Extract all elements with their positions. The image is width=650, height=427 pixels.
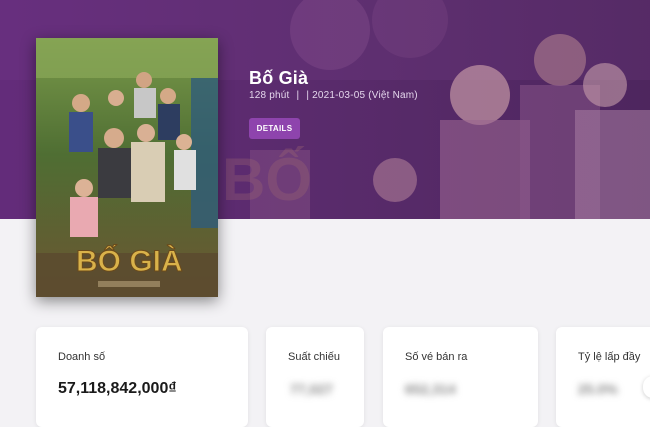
movie-title: Bố Già [249, 68, 309, 88]
stat-value: 652,314 [405, 381, 456, 397]
meta-separator: | [296, 90, 300, 101]
stat-card-revenue: Doanh số 57,118,842,000₫ [36, 327, 248, 427]
movie-release: | 2021-03-05 (Việt Nam) [306, 90, 418, 101]
movie-duration: 128 phút [249, 90, 290, 101]
poster-title-text: BỐ GIÀ [76, 244, 183, 278]
stat-value: 57,118,842,000₫ [58, 380, 177, 397]
stat-card-occupancy: Tỷ lệ lấp đầy 25.0% [556, 327, 650, 427]
movie-meta: 128 phút | | 2021-03-05 (Việt Nam) [249, 90, 422, 101]
stat-value: 77,027 [290, 381, 333, 397]
movie-poster: BỐ GIÀ [36, 38, 218, 297]
stat-label: Doanh số [58, 351, 106, 363]
stat-label: Số vé bán ra [405, 351, 468, 363]
details-button[interactable]: DETAILS [249, 118, 300, 139]
stat-label: Tỷ lệ lấp đầy [578, 351, 641, 363]
stat-card-tickets: Số vé bán ra 652,314 [383, 327, 538, 427]
stat-value: 25.0% [578, 381, 618, 397]
stat-card-showtimes: Suất chiếu 77,027 [266, 327, 364, 427]
stat-label: Suất chiếu [288, 351, 340, 363]
movie-poster-art: BỐ GIÀ [36, 38, 218, 297]
